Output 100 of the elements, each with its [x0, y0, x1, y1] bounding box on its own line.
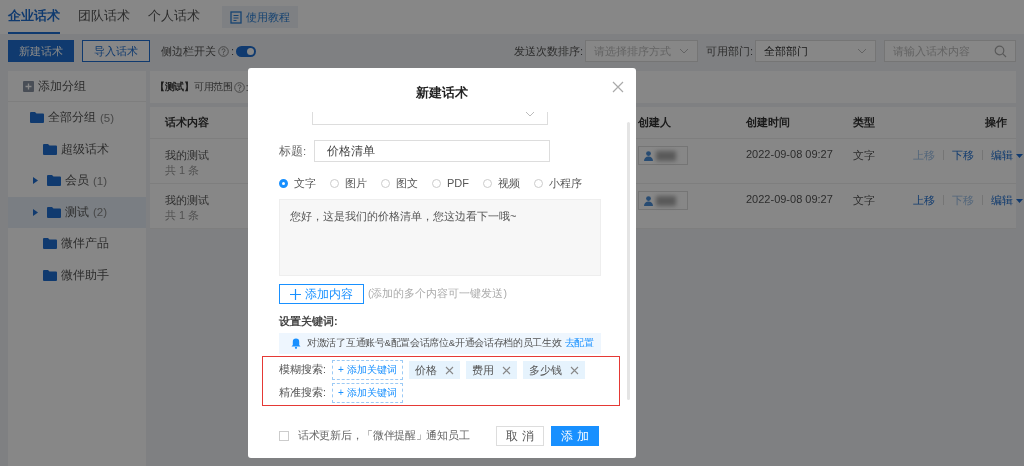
new-script-button[interactable]: 新建话术 — [8, 40, 74, 62]
radio-dot[interactable] — [432, 178, 441, 188]
group-count: (5) — [100, 111, 115, 124]
tutorial-button[interactable]: 使用教程 — [222, 6, 298, 28]
column-header: 话术内容 — [165, 115, 209, 130]
message-field[interactable]: 您好，这是我们的价格清单，您这边看下一哦~ — [279, 199, 601, 276]
import-script-button[interactable]: 导入话术 — [82, 40, 150, 62]
radio-dot[interactable] — [483, 178, 492, 188]
sidebar-toggle[interactable] — [236, 45, 257, 57]
content-type-radio[interactable]: 小程序 — [534, 175, 582, 191]
caret-icon[interactable] — [33, 208, 38, 216]
blurred-name — [656, 195, 676, 206]
keyword-tag: 价格 — [408, 361, 460, 379]
add-content-button[interactable]: 添加内容 — [279, 284, 364, 304]
plus-icon — [290, 288, 301, 300]
folder-icon — [30, 112, 44, 124]
switch-label: 侧边栏开关 — [161, 43, 216, 59]
close-icon[interactable] — [612, 81, 624, 93]
created-time: 2022-09-08 09:27 — [746, 148, 833, 160]
document-icon — [230, 10, 242, 24]
caret-icon[interactable] — [33, 177, 38, 185]
keyword-label: 精准搜索: — [279, 386, 326, 400]
department-label: 可用部门: — [705, 43, 753, 59]
group-label: 微伴助手 — [61, 267, 109, 283]
cancel-button[interactable]: 取 消 — [496, 426, 544, 446]
group-item[interactable]: 全部分组 (5) — [8, 102, 146, 134]
tab[interactable]: 企业话术 — [8, 0, 60, 34]
edit-link[interactable]: 编辑 — [991, 148, 1013, 163]
group-item[interactable]: 微伴产品 — [8, 228, 146, 260]
script-title: 我的测试 — [165, 148, 209, 163]
content-type-radio[interactable]: 文字 — [279, 175, 316, 191]
close-icon[interactable] — [444, 365, 454, 375]
script-type: 文字 — [853, 149, 875, 161]
field-label: 标题: — [279, 143, 307, 159]
folder-icon — [43, 143, 57, 155]
script-title: 我的测试 — [165, 193, 209, 208]
group-item[interactable]: 微伴助手 — [8, 259, 146, 291]
plus-icon — [23, 80, 34, 92]
group-item[interactable]: 超级话术 — [8, 133, 146, 165]
content-type-radio[interactable]: PDF — [432, 177, 469, 189]
radio-dot[interactable] — [330, 178, 339, 188]
add-button[interactable]: 添 加 — [551, 426, 599, 446]
close-icon[interactable] — [501, 365, 511, 375]
scope-label: 可用范围 — [193, 80, 233, 94]
keyword-tag: 多少钱 — [522, 361, 585, 379]
column-header: 创建时间 — [746, 115, 790, 130]
edit-link[interactable]: 编辑 — [991, 193, 1013, 208]
content-type-radio[interactable]: 视频 — [483, 175, 520, 191]
colon-label: : — [231, 45, 235, 57]
group-count: (1) — [93, 174, 108, 187]
content-type-radio[interactable]: 图片 — [330, 175, 367, 191]
tab[interactable]: 个人话术 — [148, 0, 200, 34]
group-item[interactable]: 会员 (1) — [8, 165, 146, 197]
caret-icon[interactable] — [1016, 198, 1023, 203]
caret-icon[interactable] — [1016, 153, 1023, 158]
bell-icon — [291, 338, 301, 349]
column-header: 类型 — [853, 115, 875, 130]
add-group-button[interactable]: 添加分组 — [8, 71, 146, 102]
radio-dot[interactable] — [279, 178, 288, 188]
hint-text: (添加的多个内容可一键发送) — [368, 287, 507, 301]
help-icon — [233, 81, 245, 93]
radio-dot[interactable] — [381, 178, 390, 188]
move-down-link[interactable]: 下移 — [952, 148, 974, 163]
person-icon — [644, 195, 653, 206]
column-header: 创建人 — [638, 115, 671, 130]
chevron-icon — [525, 112, 535, 117]
chevron-icon — [678, 48, 689, 54]
folder-icon — [47, 175, 61, 187]
chevron-icon — [857, 48, 867, 54]
sort-label: 发送次数排序: — [513, 43, 583, 59]
notify-checkbox[interactable] — [279, 431, 289, 441]
group-label: 测试 — [65, 204, 89, 220]
add-keyword-button[interactable]: + 添加关键词 — [331, 360, 403, 380]
folder-icon — [43, 238, 57, 250]
folder-icon — [43, 269, 57, 281]
folder-icon — [47, 206, 61, 218]
close-icon[interactable] — [569, 365, 579, 375]
group-label: 超级话术 — [61, 141, 109, 157]
content-type-radio[interactable]: 图文 — [381, 175, 418, 191]
add-keyword-button[interactable]: + 添加关键词 — [331, 383, 403, 403]
section-heading: 设置关键词: — [279, 314, 339, 328]
title-field[interactable]: 价格清单 — [314, 140, 551, 162]
keyword-label: 模糊搜索: — [279, 363, 326, 377]
keyword-tag: 费用 — [465, 361, 517, 379]
radio-dot[interactable] — [534, 178, 543, 188]
tab[interactable]: 团队话术 — [78, 0, 130, 34]
script-type: 文字 — [853, 194, 875, 206]
group-label: 会员 — [65, 173, 89, 189]
dialog-title: 新建话术 — [416, 84, 468, 102]
department-dropdown[interactable]: 全部部门 — [755, 40, 876, 62]
search-icon — [994, 44, 1007, 58]
move-up-link[interactable]: 上移 — [913, 193, 935, 208]
group-label: 全部分组 — [48, 110, 96, 126]
notice-text: 对激活了互通账号&配置会话席位&开通会话存档的员工生效 — [307, 337, 562, 350]
group-label: 微伴产品 — [61, 236, 109, 252]
person-icon — [644, 150, 653, 161]
colon-label: : — [245, 81, 249, 93]
column-header: 操作 — [985, 115, 1007, 130]
group-title: 【测试】 — [155, 80, 194, 94]
configure-link[interactable]: 去配置 — [564, 337, 594, 350]
